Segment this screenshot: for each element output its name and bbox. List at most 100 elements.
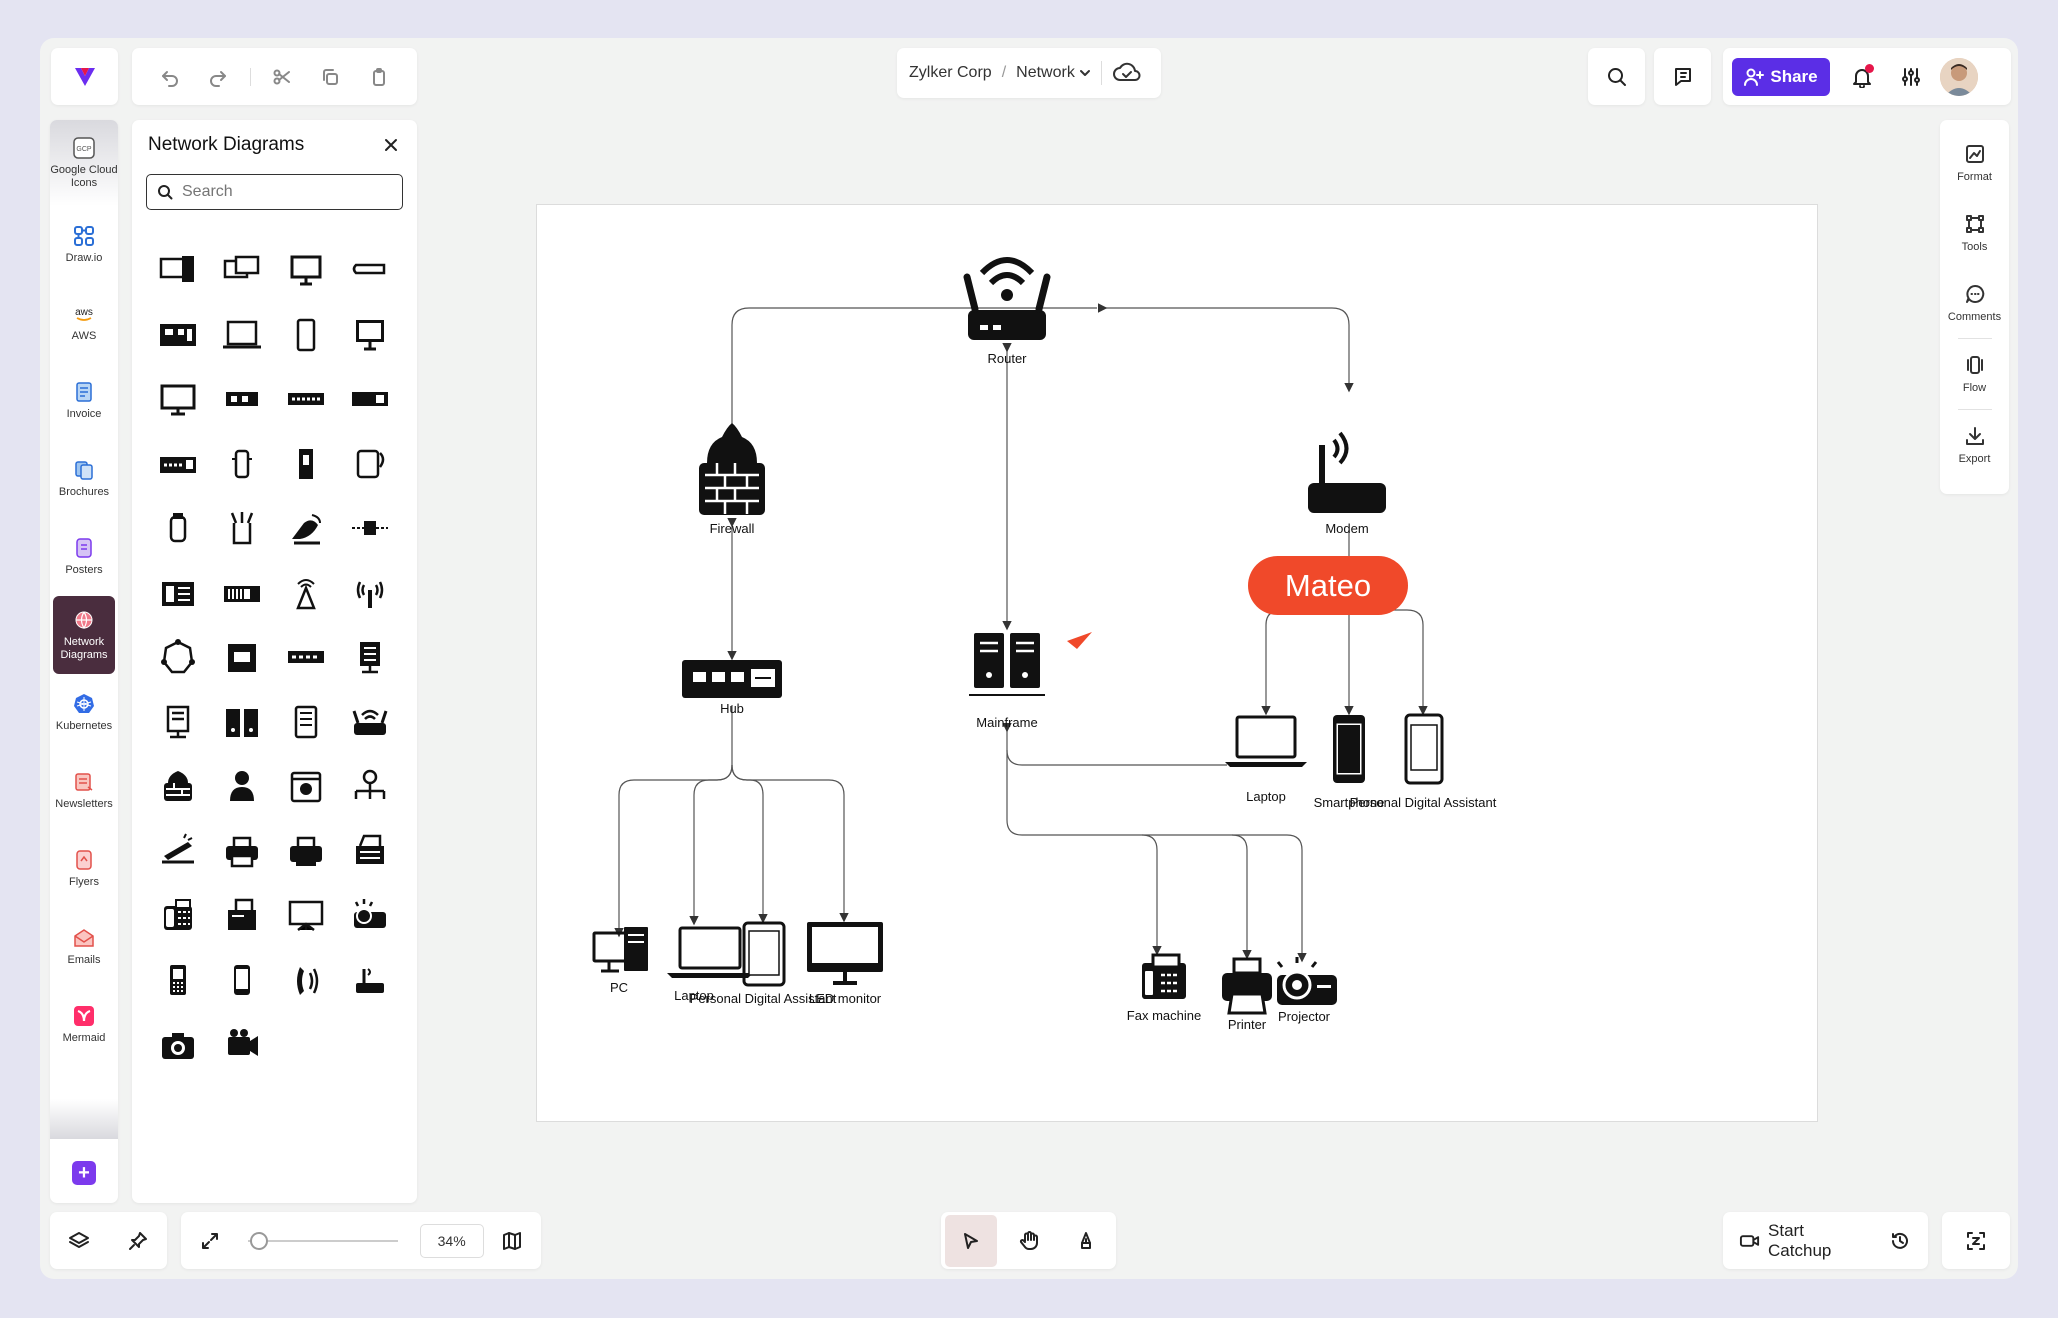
pin-button[interactable]: [121, 1224, 155, 1258]
user-avatar[interactable]: [1940, 57, 1978, 96]
network-shape-icon[interactable]: [210, 1012, 274, 1077]
network-shape-icon[interactable]: [338, 561, 402, 626]
app-logo[interactable]: [51, 48, 118, 105]
fit-screen-button[interactable]: [193, 1224, 227, 1258]
breadcrumb-page-dropdown[interactable]: Network: [1016, 64, 1091, 82]
network-shape-icon[interactable]: [274, 690, 338, 755]
network-shape-icon[interactable]: [146, 561, 210, 626]
breadcrumb-org[interactable]: Zylker Corp: [909, 64, 992, 82]
network-shape-icon[interactable]: [146, 367, 210, 432]
network-shape-icon[interactable]: [146, 1012, 210, 1077]
network-shape-icon[interactable]: [338, 625, 402, 690]
add-template-button[interactable]: +: [72, 1161, 96, 1185]
flow-button[interactable]: Flow: [1940, 339, 2009, 409]
rail-item-aws[interactable]: aws AWS: [50, 284, 118, 362]
led-monitor-node[interactable]: LED monitor: [807, 922, 883, 1006]
share-button[interactable]: Share: [1732, 57, 1830, 96]
network-shape-icon[interactable]: [274, 496, 338, 561]
rail-item-flyers[interactable]: Flyers: [50, 830, 118, 908]
modem-node[interactable]: Modem: [1308, 431, 1386, 536]
laptop-right-node[interactable]: Laptop: [1225, 715, 1307, 804]
network-shape-icon[interactable]: [210, 432, 274, 497]
network-shape-icon[interactable]: [338, 303, 402, 368]
rail-item-invoice[interactable]: Invoice: [50, 362, 118, 440]
network-shape-icon[interactable]: [274, 561, 338, 626]
network-shape-icon[interactable]: [146, 883, 210, 948]
rail-item-mermaid[interactable]: Mermaid: [50, 986, 118, 1064]
start-catchup-button[interactable]: Start Catchup: [1723, 1221, 1883, 1261]
network-shape-icon[interactable]: [210, 948, 274, 1013]
network-shape-icon[interactable]: [210, 303, 274, 368]
notifications-button[interactable]: [1842, 57, 1882, 97]
network-shape-icon[interactable]: [146, 496, 210, 561]
fax-node[interactable]: Fax machine: [1127, 953, 1201, 1023]
printer-node[interactable]: Printer: [1222, 957, 1272, 1032]
network-shape-icon[interactable]: [146, 948, 210, 1013]
network-shape-icon[interactable]: [274, 432, 338, 497]
network-shape-icon[interactable]: [146, 432, 210, 497]
network-shape-icon[interactable]: [210, 883, 274, 948]
undo-button[interactable]: [153, 60, 187, 94]
mainframe-node[interactable]: Mainframe: [969, 633, 1045, 730]
present-button[interactable]: [1654, 48, 1711, 105]
shape-search-input[interactable]: [182, 183, 382, 201]
rail-item-emails[interactable]: Emails: [50, 908, 118, 986]
settings-button[interactable]: [1894, 60, 1928, 94]
projector-node[interactable]: Projector: [1276, 957, 1337, 1024]
network-shape-icon[interactable]: [338, 819, 402, 884]
network-shape-icon[interactable]: [146, 238, 210, 303]
network-shape-icon[interactable]: [274, 883, 338, 948]
pda-right-node[interactable]: Personal Digital Assistant: [1350, 713, 1497, 810]
network-shape-icon[interactable]: [146, 303, 210, 368]
network-shape-icon[interactable]: [210, 238, 274, 303]
comments-button[interactable]: Comments: [1940, 268, 2009, 338]
network-shape-icon[interactable]: [210, 625, 274, 690]
network-shape-icon[interactable]: [338, 754, 402, 819]
network-shape-icon[interactable]: [338, 948, 402, 1013]
zia-assistant-button[interactable]: [1959, 1224, 1993, 1258]
firewall-node[interactable]: Firewall: [699, 423, 765, 536]
tools-button[interactable]: Tools: [1940, 198, 2009, 268]
pc-node[interactable]: PC: [592, 927, 648, 995]
network-shape-icon[interactable]: [210, 819, 274, 884]
rail-item-kubernetes[interactable]: Kubernetes: [50, 674, 118, 752]
cloud-saved-icon[interactable]: [1112, 62, 1142, 84]
network-shape-icon[interactable]: [338, 690, 402, 755]
zoom-slider[interactable]: [248, 1231, 399, 1250]
rail-item-network-diagrams[interactable]: Network Diagrams: [53, 596, 115, 674]
network-shape-icon[interactable]: [338, 883, 402, 948]
rail-item-newsletters[interactable]: Newsletters: [50, 752, 118, 830]
rail-item-brochures[interactable]: Brochures: [50, 440, 118, 518]
rail-item-drawio[interactable]: Draw.io: [50, 206, 118, 284]
network-shape-icon[interactable]: [210, 561, 274, 626]
network-shape-icon[interactable]: [210, 367, 274, 432]
hub-node[interactable]: Hub: [682, 660, 782, 716]
zoom-slider-handle[interactable]: [250, 1231, 269, 1250]
zoom-level[interactable]: 34%: [419, 1223, 484, 1258]
format-button[interactable]: Format: [1940, 128, 2009, 198]
pen-tool[interactable]: [1060, 1215, 1112, 1267]
network-shape-icon[interactable]: [146, 819, 210, 884]
close-icon[interactable]: [381, 135, 401, 155]
minimap-button[interactable]: [495, 1224, 529, 1258]
network-shape-icon[interactable]: [274, 819, 338, 884]
network-shape-icon[interactable]: [274, 625, 338, 690]
redo-button[interactable]: [201, 60, 235, 94]
network-shape-icon[interactable]: [274, 754, 338, 819]
router-node[interactable]: Router: [963, 257, 1051, 366]
network-shape-icon[interactable]: [338, 496, 402, 561]
network-shape-icon[interactable]: [210, 690, 274, 755]
network-shape-icon[interactable]: [210, 754, 274, 819]
network-shape-icon[interactable]: [338, 367, 402, 432]
layers-button[interactable]: [62, 1224, 96, 1258]
network-shape-icon[interactable]: [338, 432, 402, 497]
network-shape-icon[interactable]: [338, 238, 402, 303]
network-shape-icon[interactable]: [274, 238, 338, 303]
network-shape-icon[interactable]: [146, 625, 210, 690]
network-shape-icon[interactable]: [146, 754, 210, 819]
cut-button[interactable]: [265, 60, 299, 94]
network-shape-icon[interactable]: [146, 690, 210, 755]
hand-tool[interactable]: [1003, 1215, 1055, 1267]
rail-item-posters[interactable]: Posters: [50, 518, 118, 596]
copy-button[interactable]: [313, 60, 347, 94]
